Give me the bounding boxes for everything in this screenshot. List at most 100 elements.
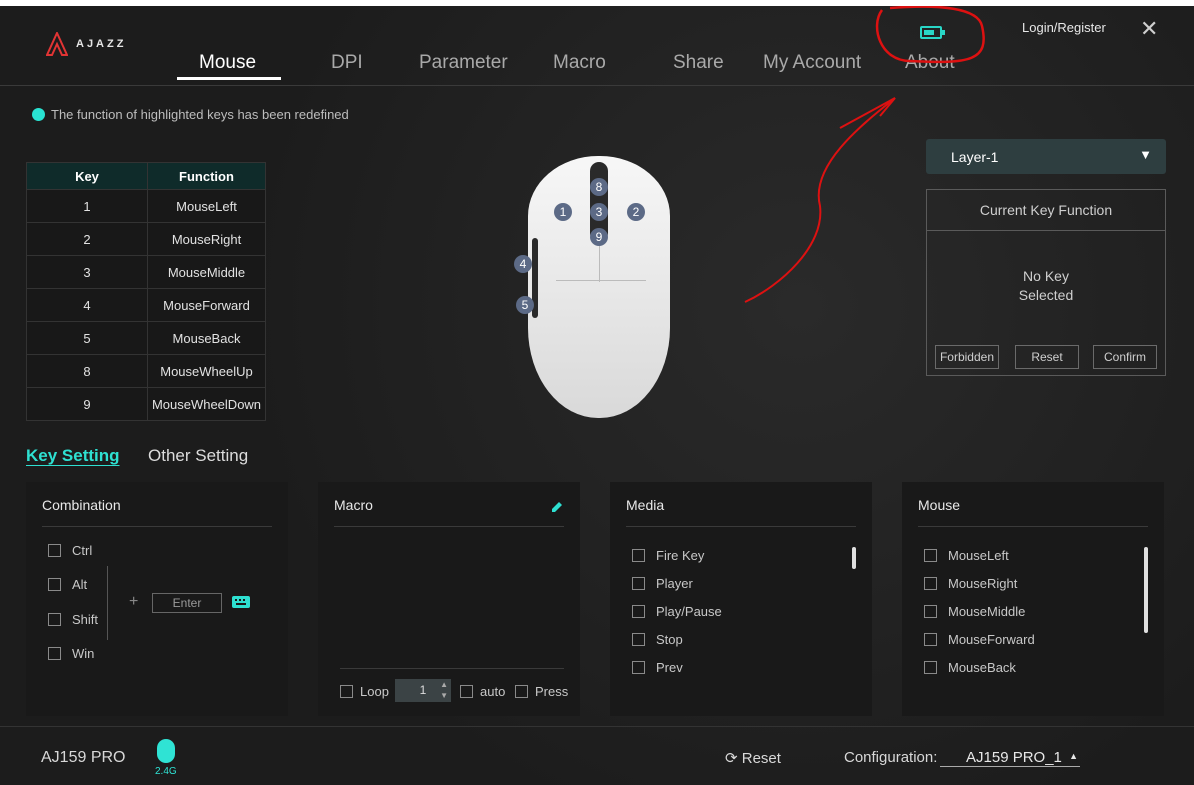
win-label: Win [72,646,95,661]
app-window: AJAZZ Mouse DPI Parameter Macro Share My… [0,6,1194,785]
table-row[interactable]: 9 MouseWheelDown [26,387,266,421]
ajazz-logo: AJAZZ [46,32,126,56]
tab-macro[interactable]: Macro [553,52,606,74]
pencil-icon[interactable] [550,500,564,514]
caret-up-icon: ▲ [1069,751,1078,761]
table-row[interactable]: 3 MouseMiddle [26,255,266,289]
table-cell: 9 [26,387,148,421]
tab-parameter[interactable]: Parameter [419,52,508,74]
current-key-function-title: Current Key Function [927,190,1165,231]
mouse-button-9[interactable]: 9 [590,228,608,246]
alt-label: Alt [72,577,88,592]
table-cell: 8 [26,354,148,388]
active-tab-underline [177,77,281,80]
media-item-label: Prev [656,660,683,675]
table-cell: MouseWheelDown [147,387,266,421]
media-item-label: Fire Key [656,548,705,563]
mouse-function-checkbox[interactable] [924,577,937,590]
plus-sign: + [129,593,139,610]
shift-label: Shift [72,612,99,627]
mouse-function-label: MouseRight [948,576,1018,591]
tab-share[interactable]: Share [673,52,724,74]
mouse-function-checkbox[interactable] [924,549,937,562]
mouse-scrollbar[interactable] [1144,547,1148,633]
media-panel: Media Fire Key Player Play/Pause Stop Pr… [610,482,872,716]
media-checkbox[interactable] [632,605,645,618]
mouse-function-label: MouseForward [948,632,1035,647]
loop-count-stepper[interactable]: 1 ▲ ▼ [395,679,451,702]
keyboard-icon[interactable] [232,596,250,608]
combination-title: Combination [42,497,121,513]
mouse-button-5[interactable]: 5 [516,296,534,314]
table-header-key: Key [26,162,148,190]
media-checkbox[interactable] [632,661,645,674]
media-scrollbar[interactable] [852,547,856,569]
current-key-function-panel: Current Key Function No Key Selected For… [926,189,1166,376]
shift-checkbox[interactable] [48,613,61,626]
media-item-label: Play/Pause [656,604,722,619]
media-checkbox[interactable] [632,549,645,562]
mouse-device-icon [157,739,175,763]
mouse-button-2[interactable]: 2 [627,203,645,221]
table-cell: MouseForward [147,288,266,322]
reset-icon: ⟳ [725,750,738,767]
table-row[interactable]: 8 MouseWheelUp [26,354,266,388]
ctrl-checkbox[interactable] [48,544,61,557]
combination-panel: Combination Ctrl Alt Shift Win + Enter [26,482,288,716]
brand-name: AJAZZ [76,38,127,50]
connection-label: 2.4G [155,766,177,777]
mouse-button-3[interactable]: 3 [590,203,608,221]
enter-key-input[interactable]: Enter [152,593,222,613]
tab-other-setting[interactable]: Other Setting [148,446,248,466]
mouse-function-label: MouseBack [948,660,1016,675]
close-icon[interactable]: ✕ [1140,16,1158,42]
ajazz-logo-icon [46,32,68,56]
footer-reset-button[interactable]: ⟳ Reset [725,749,781,767]
media-checkbox[interactable] [632,577,645,590]
table-row[interactable]: 2 MouseRight [26,222,266,256]
footer-divider [0,726,1194,727]
press-checkbox[interactable] [515,685,528,698]
macro-title: Macro [334,497,373,513]
loop-checkbox[interactable] [340,685,353,698]
table-cell: MouseMiddle [147,255,266,289]
table-row[interactable]: 5 MouseBack [26,321,266,355]
tab-key-setting[interactable]: Key Setting [26,446,120,466]
redefined-notice: The function of highlighted keys has bee… [32,107,349,122]
reset-button[interactable]: Reset [1015,345,1079,369]
mouse-button-1[interactable]: 1 [554,203,572,221]
mouse-function-checkbox[interactable] [924,633,937,646]
forbidden-button[interactable]: Forbidden [935,345,999,369]
configuration-select[interactable]: AJ159 PRO_1 ▲ [940,749,1080,767]
table-row[interactable]: 1 MouseLeft [26,189,266,223]
table-row[interactable]: 4 MouseForward [26,288,266,322]
media-checkbox[interactable] [632,633,645,646]
loop-label: Loop [360,684,389,699]
layer-select[interactable]: Layer-1 ▼ [926,139,1166,174]
press-label: Press [535,684,569,699]
mouse-function-checkbox[interactable] [924,661,937,674]
mouse-function-label: MouseLeft [948,548,1009,563]
tab-mouse[interactable]: Mouse [199,52,256,74]
table-cell: 2 [26,222,148,256]
media-title: Media [626,497,665,513]
header-divider [0,85,1194,86]
auto-label: auto [480,684,506,699]
device-name: AJ159 PRO [41,749,126,766]
table-cell: 3 [26,255,148,289]
win-checkbox[interactable] [48,647,61,660]
mouse-function-checkbox[interactable] [924,605,937,618]
mouse-function-label: MouseMiddle [948,604,1026,619]
mouse-button-8[interactable]: 8 [590,178,608,196]
confirm-button[interactable]: Confirm [1093,345,1157,369]
alt-checkbox[interactable] [48,578,61,591]
table-header-function: Function [147,162,266,190]
login-register-link[interactable]: Login/Register [1022,20,1106,35]
tab-dpi[interactable]: DPI [331,52,363,74]
key-function-table: Key Function 1 MouseLeft 2 MouseRight 3 Mou… [26,162,266,421]
auto-checkbox[interactable] [460,685,473,698]
media-item-label: Stop [656,632,683,647]
ctrl-label: Ctrl [72,543,93,558]
mouse-button-4[interactable]: 4 [514,255,532,273]
table-cell: 5 [26,321,148,355]
